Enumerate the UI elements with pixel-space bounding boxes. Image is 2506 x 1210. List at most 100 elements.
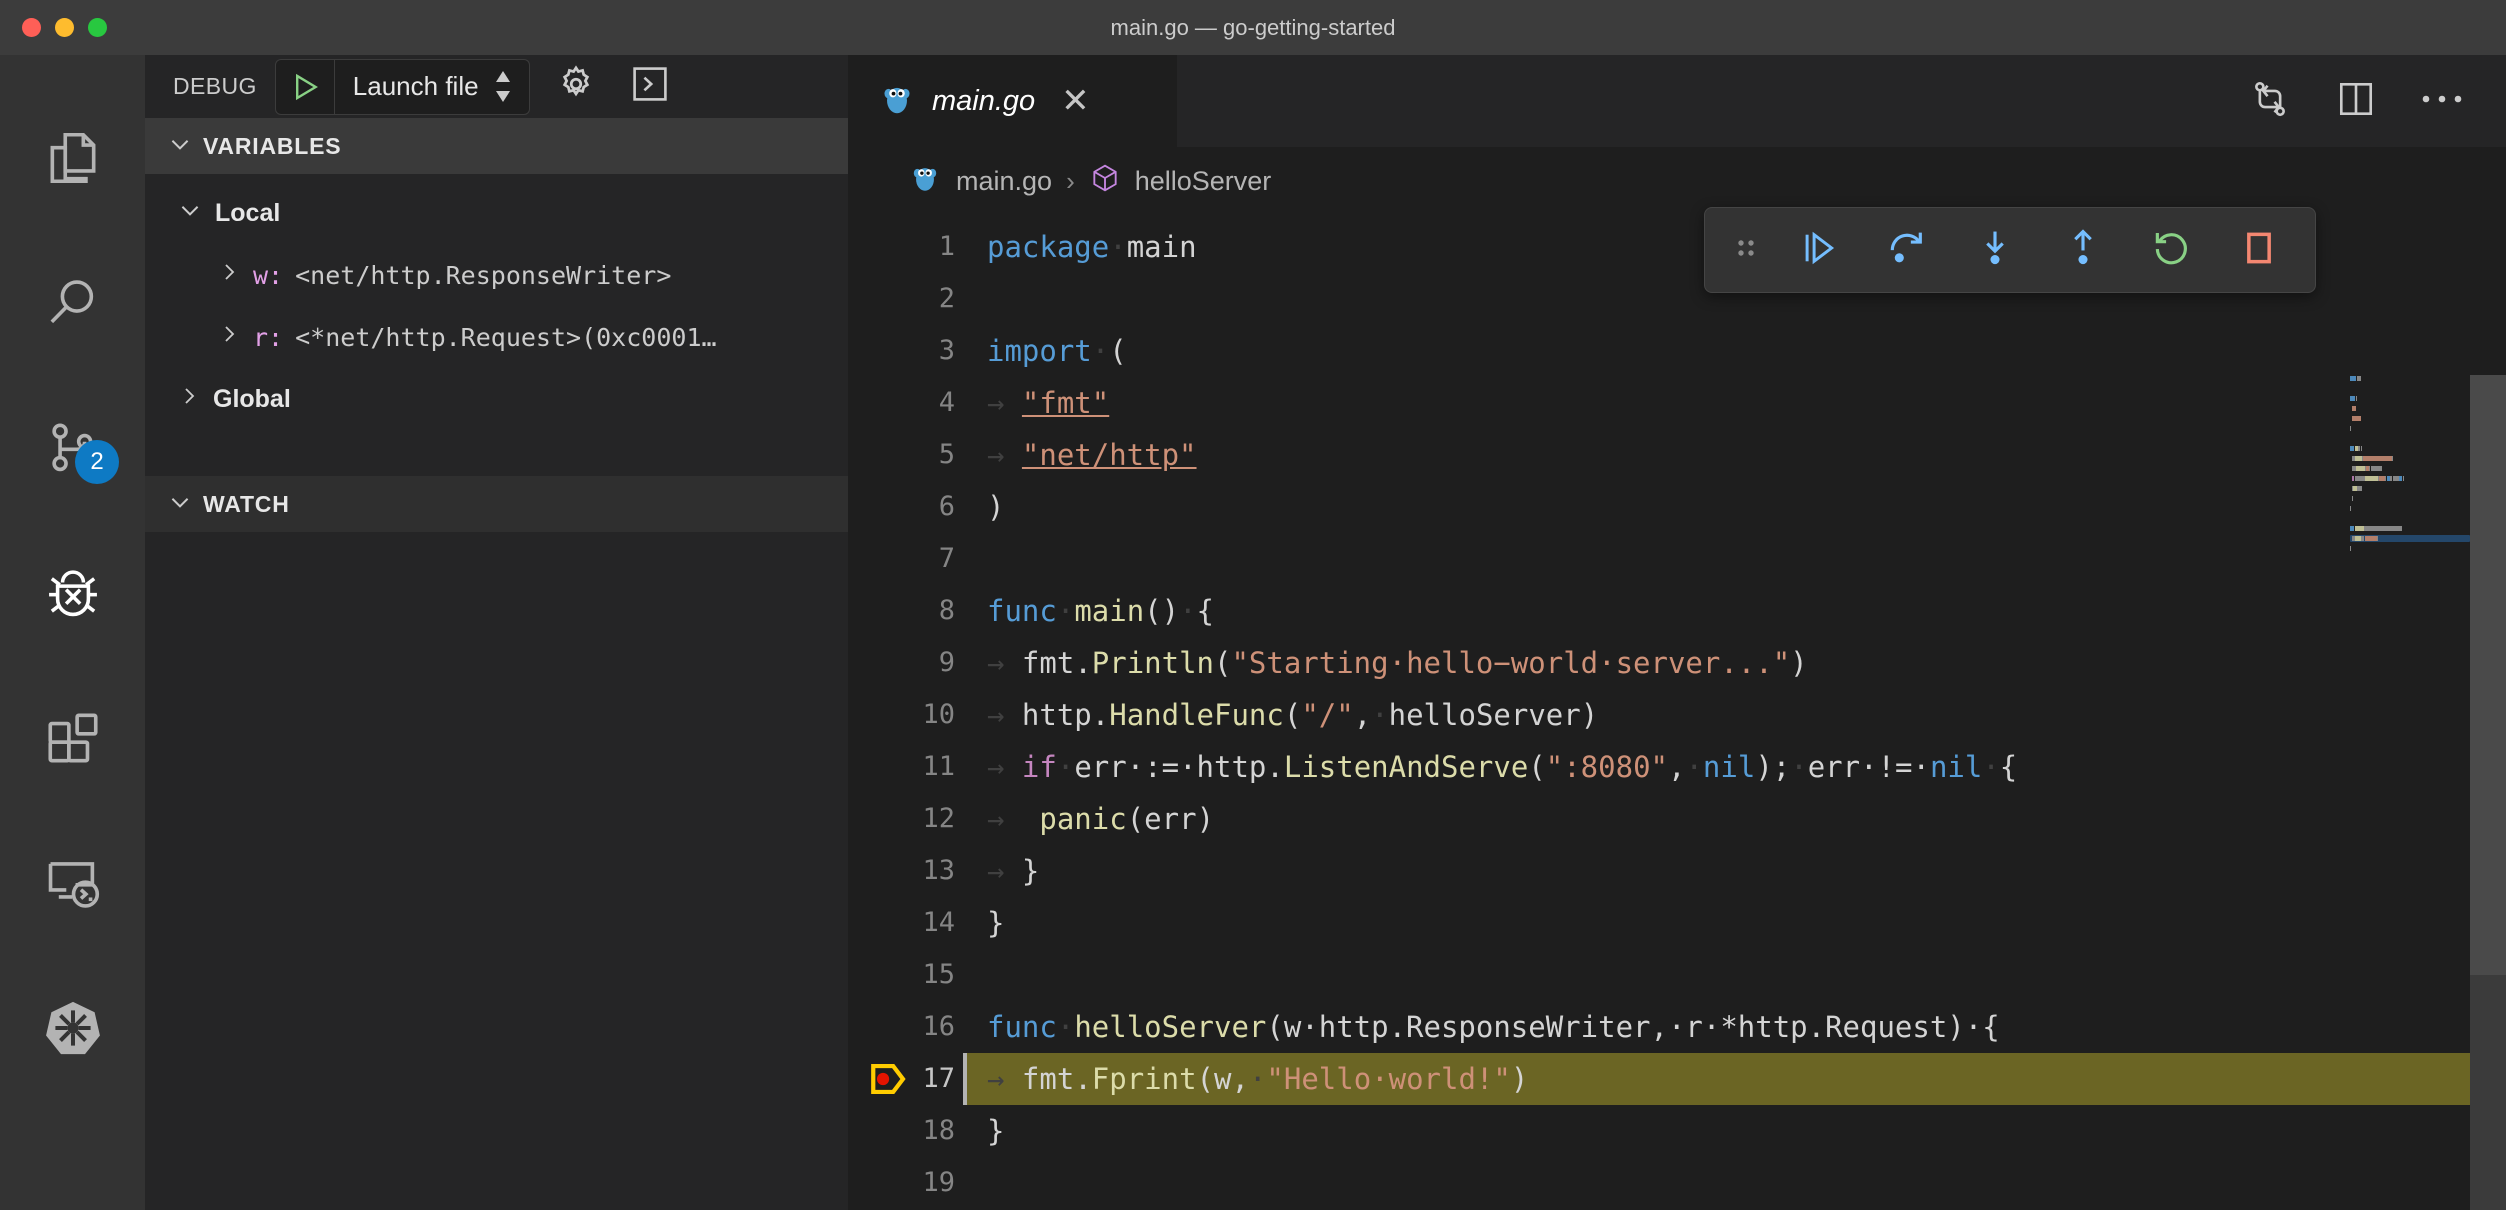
line-number[interactable]: 14 [848,897,963,949]
code-line[interactable]: → panic(err) [963,793,2506,845]
debug-restart-button[interactable] [2127,214,2215,286]
line-number[interactable]: 2 [848,273,963,325]
code-token: nil [1702,750,1756,784]
close-icon[interactable]: ✕ [1051,84,1090,118]
minimize-window-button[interactable] [55,18,74,37]
line-number[interactable]: 3 [848,325,963,377]
chevron-updown-icon[interactable] [493,71,529,102]
minimap-token [2350,426,2351,431]
minimap-token [2351,416,2361,421]
sidebar-item-extensions[interactable] [0,665,145,810]
debug-continue-button[interactable] [1775,214,1863,286]
line-number[interactable]: 16 [848,1001,963,1053]
line-number[interactable]: 5 [848,429,963,481]
code-line[interactable]: func·helloServer(w·http.ResponseWriter,·… [963,1001,2506,1053]
line-number[interactable]: 7 [848,533,963,585]
chevron-right-icon[interactable] [217,322,241,352]
debug-settings-button[interactable] [548,59,604,115]
sidebar-item-source-control[interactable]: 2 [0,375,145,520]
code-token: panic [1039,802,1127,836]
breakpoint-current-execution-icon[interactable] [868,1058,910,1100]
watch-section-header[interactable]: WATCH [145,476,848,532]
line-number[interactable]: 1 [848,221,963,273]
code-line[interactable]: → } [963,845,2506,897]
code-line[interactable]: } [963,1105,2506,1157]
debug-step-into-button[interactable] [1951,214,2039,286]
line-number[interactable]: 9 [848,637,963,689]
code-line[interactable]: } [963,897,2506,949]
line-number[interactable]: 12 [848,793,963,845]
debug-step-out-button[interactable] [2039,214,2127,286]
line-number[interactable]: 4 [848,377,963,429]
debug-stop-button[interactable] [2215,214,2303,286]
chevron-right-icon[interactable] [217,260,241,290]
line-number[interactable]: 11 [848,741,963,793]
line-number[interactable]: 19 [848,1157,963,1209]
code-line[interactable] [963,533,2506,585]
variables-title: VARIABLES [203,132,342,159]
code-editor[interactable]: 1 2 3 4 5 6 7 8 9 10 11 12 13 14 15 16 17 18 19 package·ma… [848,215,2506,1210]
minimap-line [2350,525,2470,532]
code-token: ":8080" [1545,750,1668,784]
code-token: if [1021,750,1057,784]
grip-icon[interactable] [1717,230,1775,270]
line-number[interactable]: 13 [848,845,963,897]
variable-row-r[interactable]: r: <*net/http.Request>(0xc0001… [145,306,848,368]
line-number[interactable]: 8 [848,585,963,637]
line-number[interactable]: 18 [848,1105,963,1157]
debug-floating-toolbar[interactable] [1704,207,2316,293]
sidebar-item-search[interactable] [0,230,145,375]
code-line[interactable]: → "fmt" [963,377,2506,429]
minimap[interactable] [2350,375,2470,1210]
zoom-window-button[interactable] [88,18,107,37]
sidebar-item-kubernetes[interactable] [0,955,145,1100]
minimap-token [2356,466,2366,471]
code-line[interactable]: import·( [963,325,2506,377]
more-actions-button[interactable] [2414,73,2470,129]
code-line[interactable] [963,949,2506,1001]
sidebar-item-run-and-debug[interactable] [0,520,145,665]
play-icon[interactable] [276,70,334,104]
open-debug-console-button[interactable] [622,59,678,115]
code-line[interactable]: → fmt.Println("Starting·hello−world·serv… [963,637,2506,689]
variables-section-header[interactable]: VARIABLES [145,118,848,174]
code-line[interactable]: → if·err·:=·http.ListenAndServe(":8080",… [963,741,2506,793]
code-content[interactable]: package·main import·(→ "fmt" → "net/http"… [963,215,2506,1210]
minimap-token [2402,476,2404,481]
code-token: · [1109,230,1127,264]
breadcrumb-item-symbol[interactable]: helloServer [1135,166,1272,197]
line-number[interactable]: 6 [848,481,963,533]
line-number-gutter[interactable]: 1 2 3 4 5 6 7 8 9 10 11 12 13 14 15 16 17 18 19 [848,215,963,1210]
code-token: ) [987,490,1005,524]
split-editor-icon [2335,78,2377,125]
code-line[interactable]: func·main()·{ [963,585,2506,637]
minimap-line [2350,445,2470,452]
code-line[interactable]: → "net/http" [963,429,2506,481]
code-token: · [1248,1062,1267,1096]
code-line[interactable]: ) [963,481,2506,533]
split-editor-button[interactable] [2328,73,2384,129]
sidebar-item-explorer[interactable] [0,85,145,230]
code-line[interactable]: → http.HandleFunc("/",·helloServer) [963,689,2506,741]
sidebar-item-remote-explorer[interactable] [0,810,145,955]
line-number[interactable]: 15 [848,949,963,1001]
launch-configuration-name: Launch file [352,71,479,101]
variables-scope-local[interactable]: Local [145,182,848,244]
close-window-button[interactable] [22,18,41,37]
minimap-token [2351,496,2353,501]
compare-changes-button[interactable] [2242,73,2298,129]
code-token: ( [1126,802,1145,836]
breadcrumb-item-file[interactable]: main.go [956,166,1052,197]
variable-row-w[interactable]: w: <net/http.ResponseWriter> [145,244,848,306]
minimap-line [2350,475,2470,482]
code-line[interactable] [963,1157,2506,1209]
launch-configuration-select[interactable]: Launch file [274,58,530,115]
compare-icon [2249,78,2291,125]
debug-step-over-button[interactable] [1863,214,1951,286]
editor-scrollbar-thumb[interactable] [2470,375,2506,975]
line-number[interactable]: 10 [848,689,963,741]
code-line[interactable]: → fmt.Fprint(w,·"Hello·world!") [963,1053,2506,1105]
tab-main-go[interactable]: main.go ✕ [848,55,1178,147]
step-out-icon [2062,227,2104,274]
variables-scope-global[interactable]: Global [145,368,848,430]
